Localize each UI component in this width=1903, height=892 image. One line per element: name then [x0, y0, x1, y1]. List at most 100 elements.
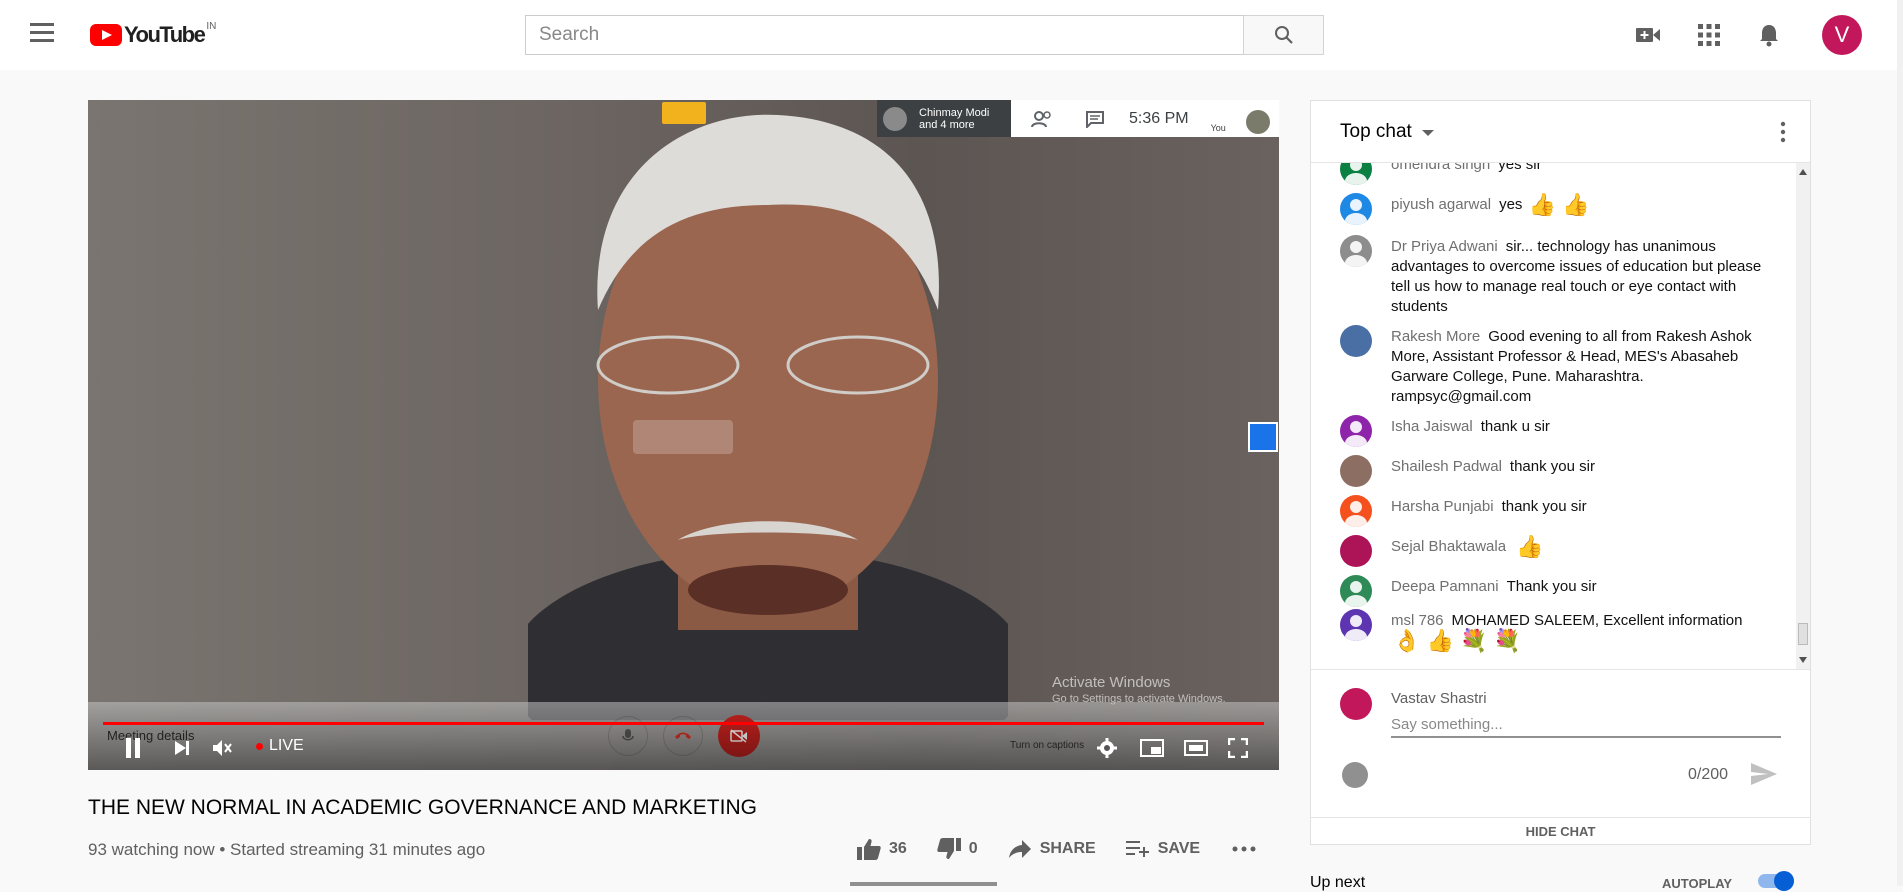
chat-header: Top chat	[1311, 101, 1810, 163]
avatar[interactable]	[1340, 235, 1372, 267]
chat-input[interactable]	[1391, 712, 1781, 738]
chevron-down-icon[interactable]	[1421, 130, 1434, 136]
share-label: SHARE	[1039, 840, 1096, 857]
meet-header: Chinmay Modi and 4 more 5:36 PM You	[877, 100, 1279, 137]
scroll-down-arrow-icon[interactable]	[1799, 657, 1807, 663]
settings-button[interactable]	[1095, 736, 1119, 760]
youtube-logo[interactable]: YouTube IN	[90, 20, 216, 50]
picture-in-picture-icon[interactable]	[1248, 422, 1278, 452]
chat-scrollbar[interactable]	[1796, 163, 1810, 669]
save-button[interactable]: SAVE	[1125, 840, 1201, 858]
message-text: thank u sir	[1480, 418, 1550, 435]
avatar[interactable]	[1340, 193, 1372, 225]
theater-icon	[1184, 740, 1208, 756]
miniplayer-button[interactable]	[1138, 736, 1166, 760]
chat-mode-dropdown[interactable]: Top chat	[1340, 121, 1412, 143]
dislike-button[interactable]: 0	[937, 838, 978, 860]
avatar[interactable]	[1340, 535, 1372, 567]
more-horiz-icon	[1232, 846, 1256, 852]
apps-button[interactable]	[1694, 20, 1724, 50]
guide-menu-button[interactable]	[30, 23, 58, 47]
hide-chat-button[interactable]: HIDE CHAT	[1311, 817, 1810, 845]
message-text: thank you sir	[1501, 498, 1587, 515]
window-scrollbar[interactable]	[1897, 0, 1903, 886]
chat-message: Shailesh Padwal thank you sir	[1340, 455, 1780, 487]
author-name[interactable]: Deepa Pamnani	[1391, 578, 1499, 595]
people-icon[interactable]	[1031, 110, 1053, 128]
self-label: You	[1210, 122, 1226, 133]
author-name[interactable]: Rakesh More	[1391, 328, 1480, 345]
video-actions: 36 0 SHARE SAVE	[857, 838, 1294, 860]
author-name[interactable]: piyush agarwal	[1391, 196, 1491, 213]
author-name[interactable]: Sejal Bhaktawala	[1391, 538, 1506, 555]
thumbs-down-icon	[937, 838, 961, 859]
avatar[interactable]	[1340, 163, 1372, 185]
miniplayer-icon	[1140, 739, 1164, 757]
more-vert-icon	[1780, 121, 1786, 143]
chat-message: piyush agarwal yes 👍 👍	[1340, 193, 1780, 225]
meet-clock: 5:36 PM	[1129, 109, 1189, 127]
emoji-reactions: 👌 👍 💐 💐	[1393, 628, 1521, 654]
youtube-play-icon	[90, 24, 122, 46]
chat-bubble-icon[interactable]	[1085, 110, 1105, 128]
author-name[interactable]: Shailesh Padwal	[1391, 458, 1502, 475]
pause-icon	[126, 738, 140, 758]
video-camera-icon	[1636, 28, 1660, 42]
author-name[interactable]: msl 786	[1391, 612, 1444, 629]
create-video-button[interactable]	[1633, 20, 1663, 50]
search-input[interactable]	[526, 16, 1244, 54]
pause-button[interactable]	[121, 736, 145, 760]
char-counter: 0/200	[1688, 766, 1729, 783]
scroll-thumb[interactable]	[1798, 623, 1808, 645]
fullscreen-button[interactable]	[1224, 736, 1252, 760]
account-avatar[interactable]: V	[1822, 15, 1862, 55]
gear-icon	[1097, 738, 1117, 758]
message-text: MOHAMED SALEEM, Excellent information	[1451, 612, 1743, 629]
author-name[interactable]: omendra singh	[1391, 163, 1490, 173]
browser-indicator	[662, 102, 706, 124]
author-name[interactable]: Dr Priya Adwani	[1391, 238, 1498, 255]
autoplay-label: AUTOPLAY	[1662, 876, 1733, 891]
live-badge[interactable]: LIVE	[256, 737, 304, 755]
avatar	[1340, 688, 1372, 720]
floating-meet-controls[interactable]	[633, 420, 733, 454]
up-next-heading: Up next	[1310, 874, 1366, 891]
avatar[interactable]	[1340, 415, 1372, 447]
like-count: 36	[889, 840, 907, 857]
message-text: thank you sir	[1509, 458, 1595, 475]
avatar[interactable]	[1340, 325, 1372, 357]
live-label: LIVE	[269, 737, 304, 754]
bell-icon	[1760, 25, 1778, 47]
logo-text: YouTube	[124, 22, 206, 47]
next-button[interactable]	[170, 736, 194, 760]
emoji-picker-icon[interactable]	[1342, 762, 1368, 788]
hamburger-icon-line	[30, 39, 54, 42]
theater-mode-button[interactable]	[1182, 736, 1210, 760]
avatar[interactable]	[1340, 609, 1372, 641]
apps-grid-icon	[1698, 24, 1720, 46]
scroll-up-arrow-icon[interactable]	[1799, 169, 1807, 175]
mute-button[interactable]	[210, 736, 234, 760]
participant-avatar	[883, 106, 907, 131]
avatar[interactable]	[1340, 455, 1372, 487]
author-name[interactable]: Harsha Punjabi	[1391, 498, 1494, 515]
more-actions-button[interactable]	[1232, 846, 1264, 852]
author-name[interactable]: Isha Jaiswal	[1391, 418, 1473, 435]
like-button[interactable]: 36	[857, 838, 907, 860]
search-icon	[1274, 26, 1293, 44]
send-button[interactable]	[1750, 762, 1780, 788]
avatar[interactable]	[1340, 495, 1372, 527]
video-player[interactable]: Chinmay Modi and 4 more 5:36 PM You Acti…	[88, 100, 1279, 770]
chat-message: Dr Priya Adwani sir... technology has una…	[1340, 235, 1780, 317]
share-button[interactable]: SHARE	[1008, 839, 1096, 859]
search-box	[525, 15, 1245, 55]
save-label: SAVE	[1157, 840, 1201, 857]
avatar[interactable]	[1340, 575, 1372, 607]
notifications-button[interactable]	[1754, 20, 1784, 50]
captions-label[interactable]: Turn on captions	[1010, 740, 1084, 751]
progress-bar[interactable]	[103, 722, 1264, 725]
search-button[interactable]	[1243, 15, 1324, 55]
meet-participants[interactable]: Chinmay Modi and 4 more	[877, 100, 1011, 137]
dislike-count: 0	[968, 840, 978, 857]
chat-more-button[interactable]	[1773, 121, 1793, 145]
